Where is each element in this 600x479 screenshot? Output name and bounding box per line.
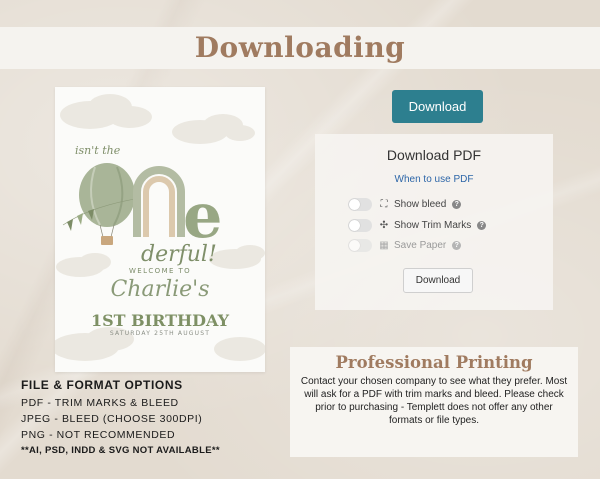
download-pdf-panel: Download PDF When to use PDF ⛶ Show blee… (315, 134, 553, 310)
help-icon[interactable]: ? (452, 199, 462, 209)
printing-body: Contact your chosen company to see what … (300, 376, 568, 426)
professional-printing-box: Professional Printing Contact your chose… (290, 347, 578, 457)
file-option-line: PNG - NOT RECOMMENDED (21, 429, 176, 441)
show-bleed-toggle[interactable] (348, 197, 372, 211)
invitation-preview: e isn't the derful! WELCOME TO Charlie's… (55, 87, 265, 372)
save-paper-toggle (348, 238, 372, 252)
show-trim-marks-label: Show Trim Marks (394, 219, 472, 231)
when-to-use-pdf-link[interactable]: When to use PDF (315, 174, 553, 185)
show-bleed-label: Show bleed (394, 198, 447, 210)
download-button[interactable]: Download (392, 90, 483, 123)
save-paper-label: Save Paper (394, 239, 447, 251)
panel-download-button[interactable]: Download (403, 268, 473, 293)
page-title: Downloading (194, 31, 406, 64)
save-paper-option: ▦ Save Paper ? (348, 238, 462, 252)
invite-date: SATURDAY 25TH AUGUST (109, 330, 211, 337)
invite-welcome: WELCOME TO (128, 267, 192, 275)
file-options-heading: FILE & FORMAT OPTIONS (21, 378, 183, 392)
invite-derful-text: derful! (141, 242, 217, 267)
show-trim-marks-toggle[interactable] (348, 218, 372, 232)
show-trim-marks-option[interactable]: ✣ Show Trim Marks ? (348, 218, 487, 232)
trim-marks-icon: ✣ (379, 219, 389, 231)
grid-icon: ▦ (379, 239, 389, 251)
expand-icon: ⛶ (380, 198, 388, 210)
printing-title: Professional Printing (335, 353, 533, 372)
title-band: Downloading (0, 27, 600, 69)
file-options-note: **AI, PSD, INDD & SVG NOT AVAILABLE** (21, 445, 220, 456)
invite-name: Charlie's (110, 277, 210, 302)
file-option-line: PDF - TRIM MARKS & BLEED (21, 397, 179, 409)
panel-title: Download PDF (386, 147, 482, 163)
file-option-line: JPEG - BLEED (CHOOSE 300DPI) (21, 413, 203, 425)
file-format-options: FILE & FORMAT OPTIONS PDF - TRIM MARKS &… (21, 378, 283, 459)
help-icon: ? (452, 240, 462, 250)
invite-top-text: isn't the (75, 144, 121, 157)
invite-birthday: 1ST BIRTHDAY (90, 311, 230, 330)
help-icon[interactable]: ? (477, 220, 487, 230)
show-bleed-option[interactable]: ⛶ Show bleed ? (348, 197, 462, 211)
